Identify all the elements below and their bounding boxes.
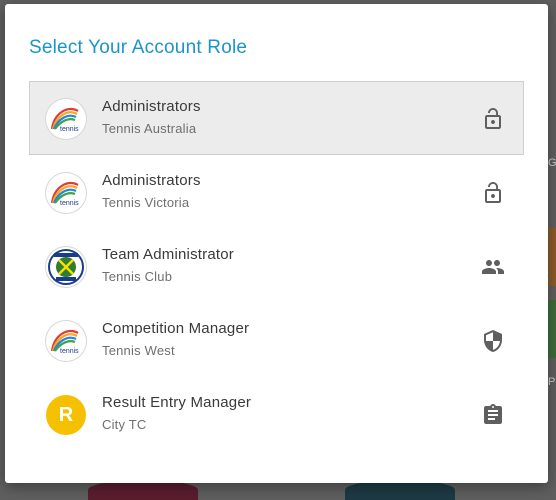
lock-open-icon bbox=[481, 107, 505, 131]
role-item-administrators-tennis-australia[interactable]: tennis Administrators Tennis Australia bbox=[29, 81, 524, 155]
role-item-team-administrator-tennis-club[interactable]: Team Administrator Tennis Club bbox=[29, 229, 524, 303]
svg-text:tennis: tennis bbox=[60, 200, 79, 207]
role-organization: Tennis Club bbox=[102, 269, 173, 284]
role-item-administrators-tennis-victoria[interactable]: tennis Administrators Tennis Victoria bbox=[29, 155, 524, 229]
role-item-competition-manager-tennis-west[interactable]: tennis Competition Manager Tennis West bbox=[29, 303, 524, 377]
role-name: Administrators bbox=[102, 172, 201, 189]
role-organization: Tennis Victoria bbox=[102, 195, 190, 210]
lock-open-icon bbox=[481, 181, 505, 205]
letter-avatar: R bbox=[46, 395, 86, 435]
svg-text:tennis: tennis bbox=[60, 348, 79, 355]
role-name: Administrators bbox=[102, 98, 201, 115]
club-crest bbox=[46, 247, 86, 287]
dialog-title: Select Your Account Role bbox=[29, 37, 248, 58]
role-organization: Tennis West bbox=[102, 343, 175, 358]
account-role-dialog: Select Your Account Role tennis Administ… bbox=[5, 4, 548, 483]
background-text: G bbox=[548, 157, 556, 169]
people-icon bbox=[481, 255, 505, 279]
background-card-edge bbox=[88, 480, 198, 500]
role-name: Result Entry Manager bbox=[102, 394, 252, 411]
role-organization: Tennis Australia bbox=[102, 121, 197, 136]
background-text: P bbox=[548, 376, 556, 388]
clipboard-icon bbox=[481, 403, 505, 427]
role-organization: City TC bbox=[102, 417, 147, 432]
shield-icon bbox=[481, 329, 505, 353]
role-name: Team Administrator bbox=[102, 246, 234, 263]
svg-text:tennis: tennis bbox=[60, 126, 79, 133]
tennis-logo: tennis bbox=[46, 173, 86, 213]
role-name: Competition Manager bbox=[102, 320, 250, 337]
background-card-edge bbox=[345, 480, 455, 500]
role-item-result-entry-manager-city-tc[interactable]: R Result Entry Manager City TC bbox=[29, 377, 524, 451]
tennis-logo: tennis bbox=[46, 99, 86, 139]
tennis-logo: tennis bbox=[46, 321, 86, 361]
role-list: tennis Administrators Tennis Australia t… bbox=[29, 81, 524, 451]
